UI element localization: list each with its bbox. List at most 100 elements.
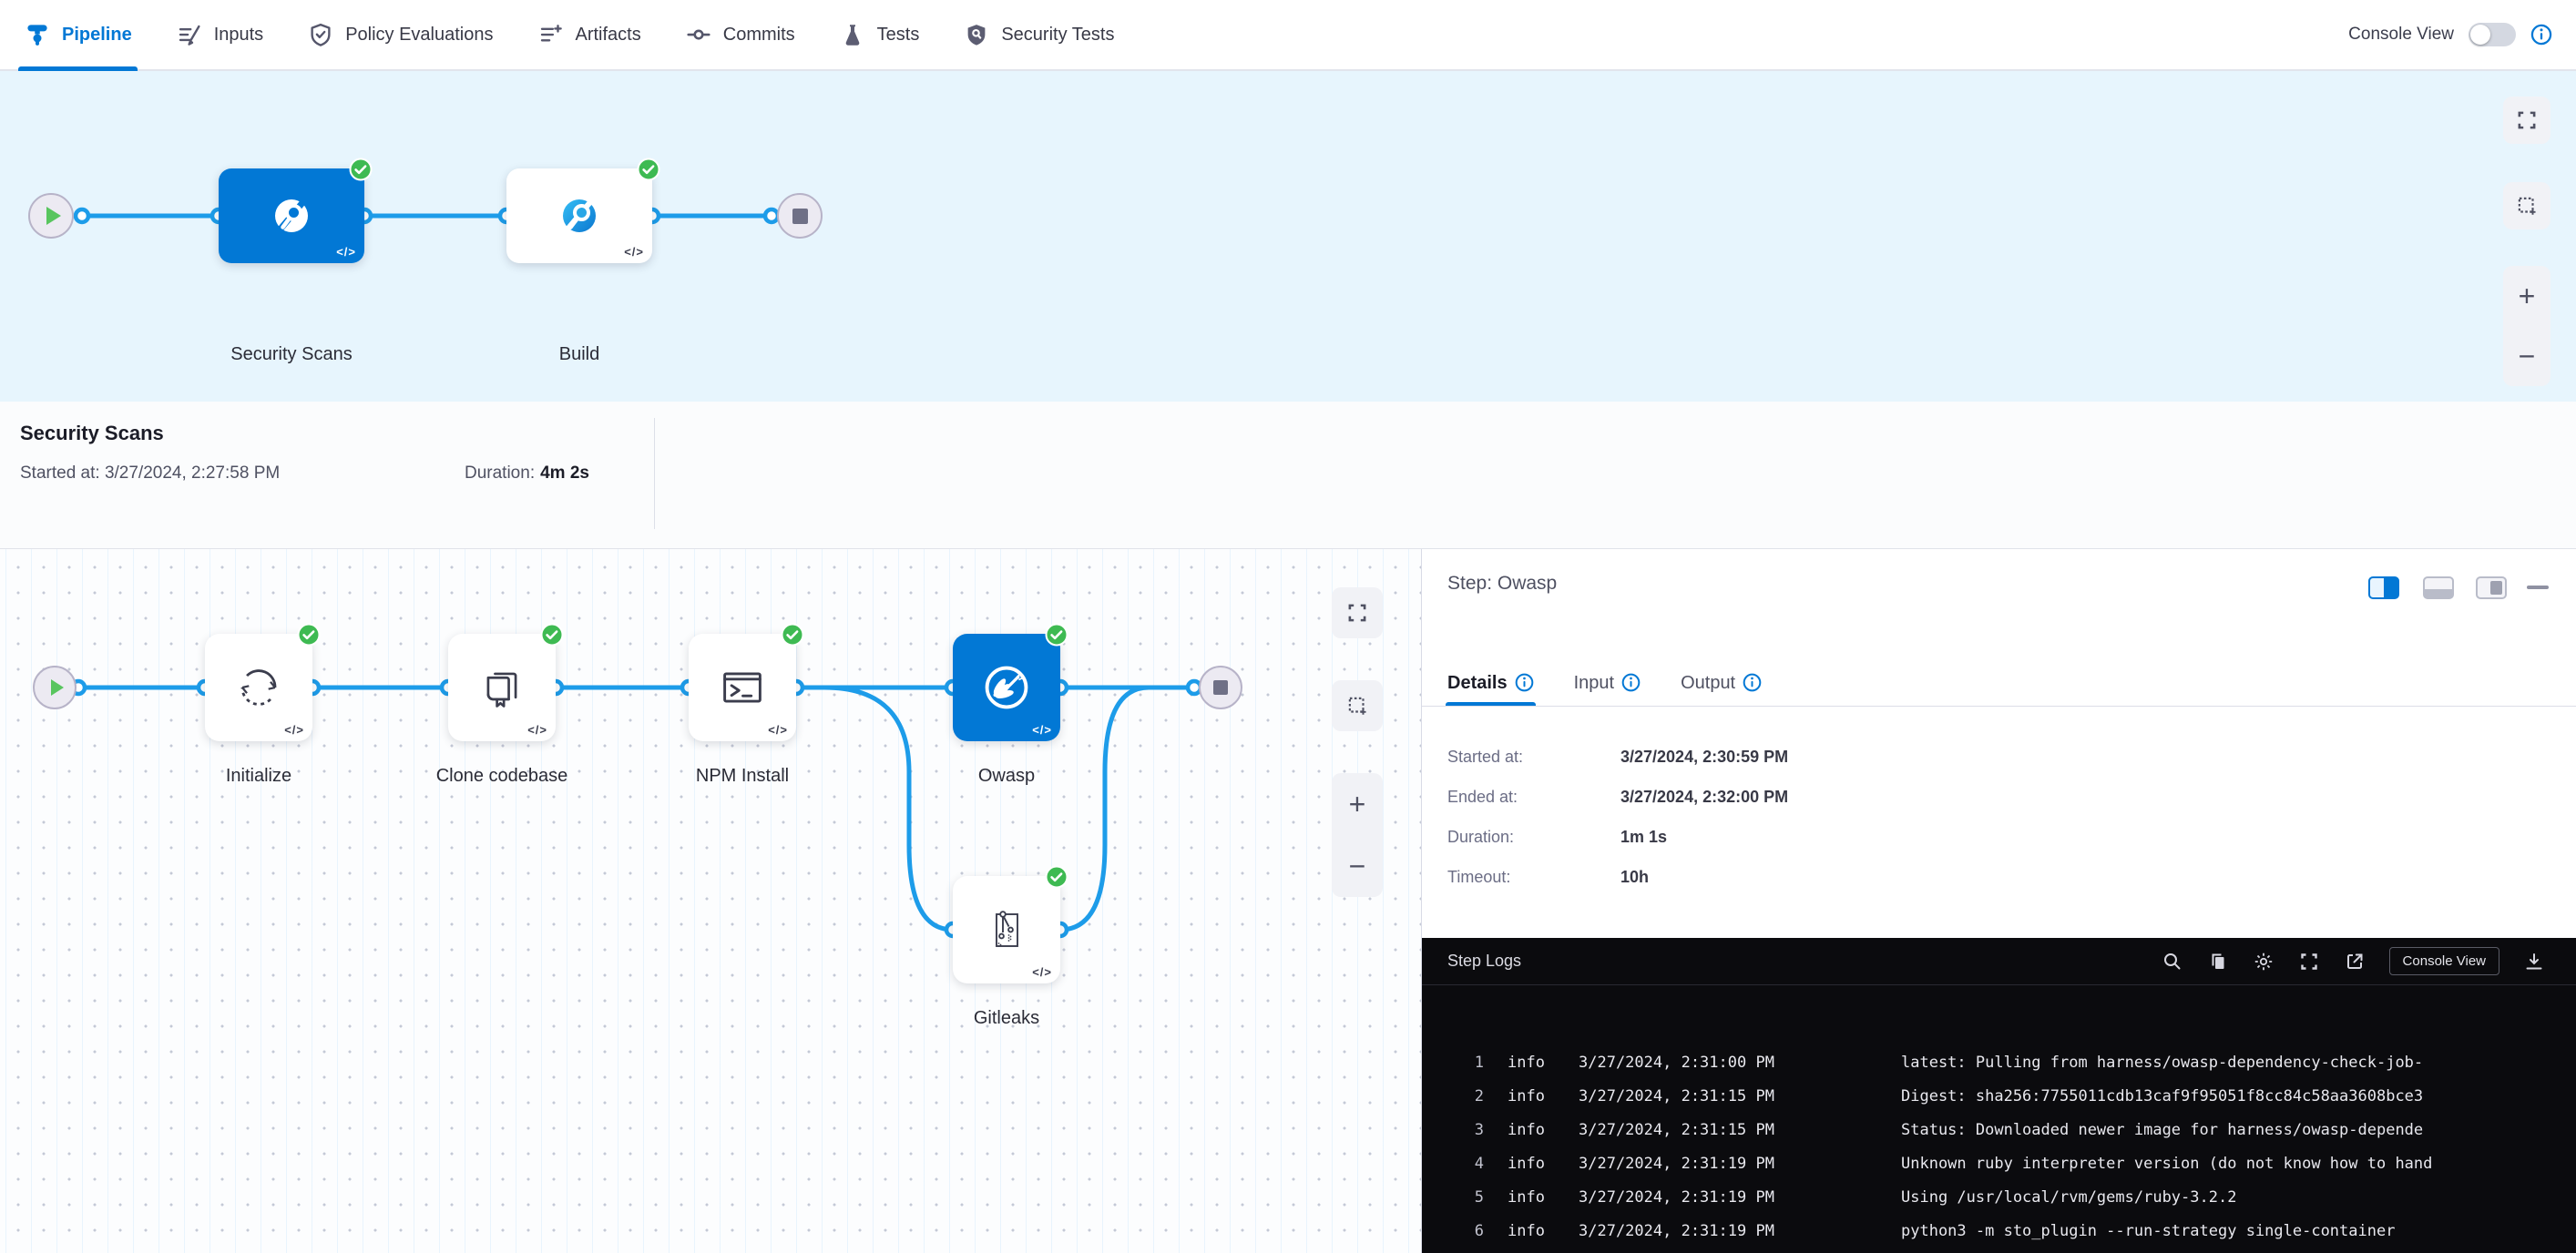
console-view-button[interactable]: Console View: [2389, 947, 2499, 975]
tab-label: Commits: [723, 25, 795, 46]
log-line-number: 1: [1449, 1054, 1484, 1072]
zoom-in-button[interactable]: +: [1349, 789, 1366, 819]
settings-gear-icon[interactable]: [2253, 951, 2274, 973]
log-timestamp: 3/27/2024, 2:31:00 PM: [1579, 1054, 1850, 1072]
detail-value: 3/27/2024, 2:30:59 PM: [1620, 748, 1788, 767]
detail-row: Started at: 3/27/2024, 2:30:59 PM: [1447, 737, 1788, 777]
copy-icon[interactable]: [2207, 951, 2229, 973]
stage-node-build[interactable]: </>: [506, 168, 652, 263]
tab-pipeline[interactable]: Pipeline: [24, 0, 132, 69]
tab-label: Pipeline: [62, 25, 132, 46]
log-line: 3 info 3/27/2024, 2:31:15 PM Status: Dow…: [1422, 1113, 2576, 1146]
zoom-in-button[interactable]: +: [2519, 281, 2536, 311]
detail-value: 1m 1s: [1620, 828, 1667, 847]
step-label[interactable]: Owasp: [978, 766, 1035, 787]
code-marker: </>: [527, 723, 547, 737]
layout-fill: [2425, 589, 2452, 597]
step-node-clone-codebase[interactable]: </>: [448, 634, 556, 741]
fullscreen-icon[interactable]: [2298, 951, 2320, 973]
step-node-initialize[interactable]: </>: [205, 634, 312, 741]
info-icon[interactable]: [1621, 673, 1641, 692]
execution-header-nav: Pipeline Inputs Policy Evaluations: [0, 0, 2576, 71]
policy-shield-icon: [307, 21, 334, 48]
log-lines[interactable]: 1 info 3/27/2024, 2:31:00 PM latest: Pul…: [1422, 985, 2576, 1248]
play-icon: [46, 207, 61, 225]
log-level: info: [1508, 1222, 1555, 1240]
detail-row: Timeout: 10h: [1447, 857, 1788, 897]
step-label[interactable]: NPM Install: [696, 766, 789, 787]
step-node-owasp[interactable]: </>: [953, 634, 1060, 741]
stage-graph-canvas[interactable]: </> Security Scans </> Build: [0, 71, 2576, 402]
duration-label: Duration:: [465, 464, 535, 483]
log-level: info: [1508, 1087, 1555, 1105]
tab-details[interactable]: Details: [1447, 651, 1534, 707]
step-logs-panel: Step Logs: [1422, 938, 2576, 1253]
info-icon[interactable]: [1743, 673, 1762, 692]
stage-start-node[interactable]: [28, 193, 74, 239]
log-toolbar: Console View: [2162, 947, 2545, 975]
tab-security-tests[interactable]: Security Tests: [963, 0, 1114, 69]
nav-right-controls: Console View: [2348, 23, 2552, 46]
tab-artifacts[interactable]: Artifacts: [537, 0, 641, 69]
stage-canvas-select-button[interactable]: [2503, 182, 2550, 229]
step-canvas-fullscreen-button[interactable]: [1332, 587, 1383, 638]
log-line: 1 info 3/27/2024, 2:31:00 PM latest: Pul…: [1422, 1045, 2576, 1079]
tab-output[interactable]: Output: [1681, 651, 1762, 707]
tab-label: Details: [1447, 673, 1508, 694]
step-canvas-select-button[interactable]: [1332, 680, 1383, 731]
tab-label: Policy Evaluations: [345, 25, 493, 46]
layout-floating-button[interactable]: [2476, 576, 2507, 599]
step-end-node[interactable]: [1199, 666, 1242, 709]
log-line: 2 info 3/27/2024, 2:31:15 PM Digest: sha…: [1422, 1079, 2576, 1113]
step-label[interactable]: Initialize: [226, 766, 291, 787]
zoom-out-button[interactable]: −: [2519, 341, 2536, 371]
stage-label[interactable]: Build: [559, 344, 599, 365]
step-details-list: Started at: 3/27/2024, 2:30:59 PM Ended …: [1447, 737, 1788, 897]
step-node-npm-install[interactable]: </>: [689, 634, 796, 741]
detail-row: Ended at: 3/27/2024, 2:32:00 PM: [1447, 777, 1788, 817]
code-marker: </>: [1032, 723, 1052, 737]
tab-commits[interactable]: Commits: [685, 0, 795, 69]
stage-label[interactable]: Security Scans: [230, 344, 352, 365]
tab-tests[interactable]: Tests: [839, 0, 920, 69]
stage-canvas-fullscreen-button[interactable]: [2503, 97, 2550, 144]
layout-bottom-split-button[interactable]: [2423, 576, 2454, 599]
selection-icon: [1345, 694, 1369, 718]
console-view-toggle[interactable]: [2469, 23, 2516, 46]
detail-label: Timeout:: [1447, 868, 1620, 887]
step-graph-canvas[interactable]: </> Initialize </> Clone codebase: [0, 549, 1422, 1253]
tab-input[interactable]: Input: [1574, 651, 1641, 707]
layout-right-split-button[interactable]: [2368, 576, 2399, 599]
log-line-number: 2: [1449, 1087, 1484, 1105]
tab-label: Input: [1574, 673, 1614, 694]
download-icon[interactable]: [2523, 951, 2545, 973]
info-icon[interactable]: [1515, 673, 1534, 692]
execution-tabs: Pipeline Inputs Policy Evaluations: [24, 0, 1114, 69]
step-details-panel: Step: Owasp Details Input Output: [1422, 549, 2576, 1253]
step-logs-header: Step Logs: [1422, 938, 2576, 985]
info-icon[interactable]: [2530, 24, 2552, 46]
code-marker: </>: [336, 245, 356, 259]
open-in-new-icon[interactable]: [2344, 951, 2366, 973]
tab-inputs[interactable]: Inputs: [176, 0, 263, 69]
log-line: 5 info 3/27/2024, 2:31:19 PM Using /usr/…: [1422, 1180, 2576, 1214]
step-label[interactable]: Gitleaks: [974, 1008, 1039, 1029]
tab-policy-evaluations[interactable]: Policy Evaluations: [307, 0, 493, 69]
step-label[interactable]: Clone codebase: [436, 766, 568, 787]
stage-started-at: Started at: 3/27/2024, 2:27:58 PM: [20, 464, 280, 484]
stage-connectors: [0, 71, 2576, 402]
step-node-gitleaks[interactable]: </>: [953, 876, 1060, 983]
minimize-panel-button[interactable]: [2527, 586, 2549, 589]
search-icon[interactable]: [2162, 951, 2183, 973]
stage-end-node[interactable]: [777, 193, 823, 239]
log-level: info: [1508, 1054, 1555, 1072]
zoom-out-button[interactable]: −: [1349, 851, 1366, 881]
step-start-node[interactable]: [33, 666, 77, 709]
detail-label: Started at:: [1447, 748, 1620, 767]
stage-node-security-scans[interactable]: </>: [219, 168, 364, 263]
tab-label: Output: [1681, 673, 1735, 694]
stage-duration: Duration:4m 2s: [465, 464, 589, 484]
log-line-number: 6: [1449, 1222, 1484, 1240]
fullscreen-icon: [1345, 601, 1369, 625]
stage-canvas-zoom-control: + −: [2503, 266, 2550, 386]
